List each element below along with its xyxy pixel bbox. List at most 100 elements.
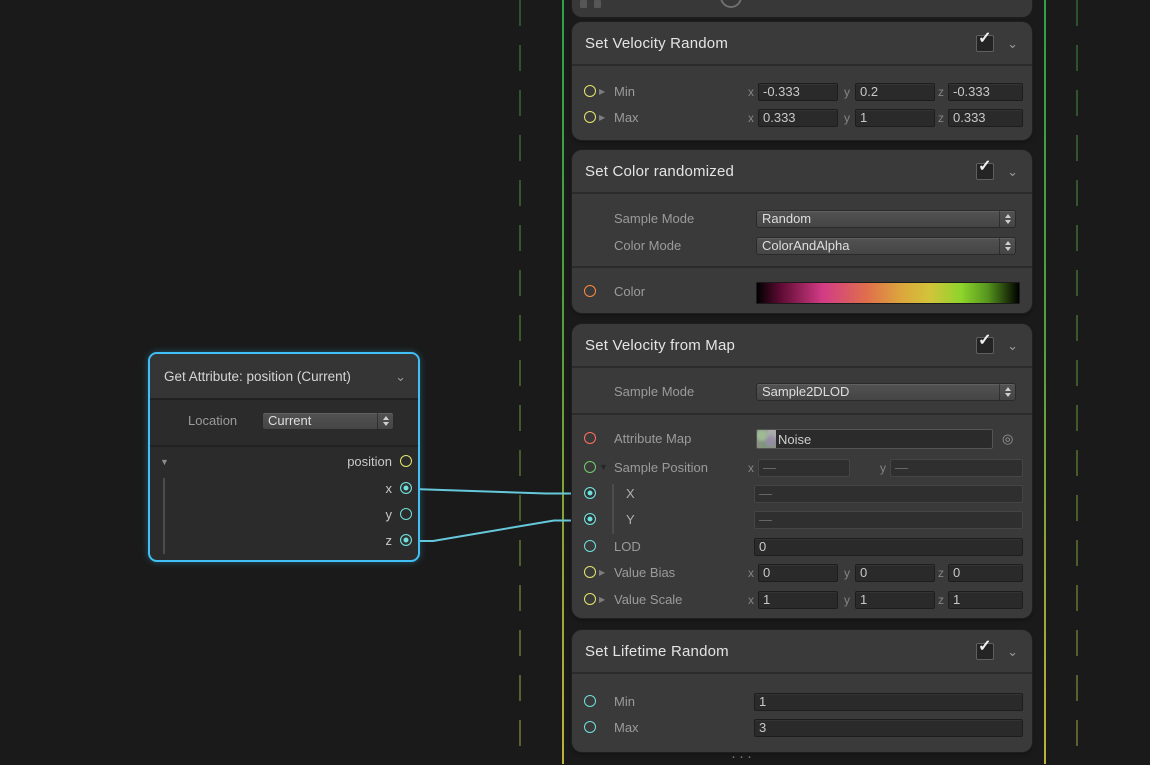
row-sample-mode: Sample Mode Random: [572, 206, 1032, 232]
max-x-field[interactable]: 0.333: [758, 109, 838, 127]
expander-icon[interactable]: ▶: [599, 88, 605, 96]
port-attribute-map[interactable]: [584, 432, 596, 444]
port-lod[interactable]: [584, 540, 596, 552]
min-field[interactable]: 1: [754, 693, 1023, 711]
max-y-field[interactable]: 1: [855, 109, 935, 127]
port-color[interactable]: [584, 285, 596, 297]
max-z-field[interactable]: 0.333: [948, 109, 1023, 127]
row-value-scale: ▶ Value Scale x 1 y 1 z 1: [572, 587, 1032, 613]
value-scale-y-field[interactable]: 1: [855, 591, 935, 609]
block-set-lifetime-random[interactable]: Set Lifetime Random ✓ ⌄ Min 1 Max 3: [572, 630, 1032, 752]
row-value-bias: ▶ Value Bias x 0 y 0 z 0: [572, 560, 1032, 586]
chevron-down-icon[interactable]: ⌄: [1007, 165, 1018, 178]
enabled-checkbox[interactable]: ✓: [976, 337, 994, 354]
partial-glyph-icon: [594, 0, 601, 8]
expander-icon[interactable]: ▶: [599, 114, 605, 122]
port-value-scale[interactable]: [584, 593, 596, 605]
chevron-down-icon[interactable]: ⌄: [395, 370, 406, 383]
partial-block[interactable]: [572, 0, 1032, 17]
row-min: Min 1: [572, 689, 1032, 715]
enabled-checkbox[interactable]: ✓: [976, 643, 994, 660]
edge-z-to-Y[interactable]: [413, 521, 587, 542]
block-header[interactable]: Set Velocity Random ✓ ⌄: [572, 22, 1032, 66]
component-label-y: y: [844, 587, 850, 613]
check-icon: ✓: [978, 330, 991, 350]
value-scale-x-field[interactable]: 1: [758, 591, 838, 609]
edge-x-to-X[interactable]: [413, 489, 587, 494]
port-max[interactable]: [584, 111, 596, 123]
port-x-out[interactable]: [400, 482, 412, 494]
object-picker-icon[interactable]: ◎: [1002, 426, 1013, 452]
value-bias-y-field[interactable]: 0: [855, 564, 935, 582]
block-header[interactable]: Set Color randomized ✓ ⌄: [572, 150, 1032, 194]
object-field-value: Noise: [776, 432, 811, 447]
dropdown-value: Sample2DLOD: [762, 384, 997, 400]
sample-position-y-field[interactable]: —: [890, 459, 1023, 477]
port-min[interactable]: [584, 695, 596, 707]
sample-position-x-field[interactable]: —: [758, 459, 850, 477]
node-get-attribute-position[interactable]: Get Attribute: position (Current) ⌄ Loca…: [148, 352, 420, 562]
expander-icon[interactable]: ▶: [599, 596, 605, 604]
port-value-bias[interactable]: [584, 566, 596, 578]
row-output-x: x: [150, 476, 418, 502]
row-label: Attribute Map: [614, 426, 691, 452]
max-field[interactable]: 3: [754, 719, 1023, 737]
lod-field[interactable]: 0: [754, 538, 1023, 556]
port-x[interactable]: [584, 487, 596, 499]
component-label-z: z: [938, 79, 944, 105]
row-location: Location Current: [150, 408, 418, 434]
component-label-x: x: [748, 455, 754, 481]
y-field[interactable]: —: [754, 511, 1023, 529]
value-scale-z-field[interactable]: 1: [948, 591, 1023, 609]
check-icon: ✓: [978, 156, 991, 176]
color-gradient-swatch[interactable]: [756, 282, 1020, 304]
node-header[interactable]: Get Attribute: position (Current) ⌄: [150, 354, 418, 400]
expander-icon[interactable]: ▶: [599, 569, 605, 577]
enabled-checkbox[interactable]: ✓: [976, 163, 994, 180]
chevron-down-icon[interactable]: ⌄: [1007, 37, 1018, 50]
separator: [150, 445, 418, 447]
component-label-x: x: [748, 105, 754, 131]
sample-mode-dropdown[interactable]: Sample2DLOD: [756, 383, 1016, 401]
chevron-down-icon[interactable]: ⌄: [1007, 339, 1018, 352]
min-x-field[interactable]: -0.333: [758, 83, 838, 101]
chevron-down-icon[interactable]: ⌄: [1007, 645, 1018, 658]
port-z-out[interactable]: [400, 534, 412, 546]
radius-widget-icon: [720, 0, 742, 8]
enabled-checkbox[interactable]: ✓: [976, 35, 994, 52]
port-min[interactable]: [584, 85, 596, 97]
block-header[interactable]: Set Lifetime Random ✓ ⌄: [572, 630, 1032, 674]
block-set-velocity-random[interactable]: Set Velocity Random ✓ ⌄ ▶ Min x -0.333 y…: [572, 22, 1032, 140]
component-label-y: y: [844, 105, 850, 131]
node-title: Get Attribute: position (Current): [164, 369, 382, 384]
port-y-out[interactable]: [400, 508, 412, 520]
dropdown-stepper-icon: [999, 211, 1015, 227]
location-dropdown[interactable]: Current: [262, 412, 394, 430]
block-header[interactable]: Set Velocity from Map ✓ ⌄: [572, 324, 1032, 368]
row-label: Sample Position: [614, 455, 708, 481]
row-max: ▶ Max x 0.333 y 1 z 0.333: [572, 105, 1032, 131]
texture-thumbnail: [757, 430, 776, 448]
partial-glyph-icon: [580, 0, 587, 8]
min-y-field[interactable]: 0.2: [855, 83, 935, 101]
dropdown-stepper-icon: [999, 238, 1015, 254]
value-bias-z-field[interactable]: 0: [948, 564, 1023, 582]
color-mode-dropdown[interactable]: ColorAndAlpha: [756, 237, 1016, 255]
min-z-field[interactable]: -0.333: [948, 83, 1023, 101]
row-label: Min: [614, 79, 635, 105]
x-field[interactable]: —: [754, 485, 1023, 503]
attribute-map-object-field[interactable]: Noise: [756, 429, 993, 449]
expander-icon[interactable]: ▼: [599, 463, 608, 472]
sample-mode-dropdown[interactable]: Random: [756, 210, 1016, 228]
port-y[interactable]: [584, 513, 596, 525]
block-set-velocity-from-map[interactable]: Set Velocity from Map ✓ ⌄ Sample Mode Sa…: [572, 324, 1032, 618]
row-label: Min: [614, 689, 635, 715]
output-label: x: [386, 476, 393, 502]
value-bias-x-field[interactable]: 0: [758, 564, 838, 582]
component-label-z: z: [938, 587, 944, 613]
row-label: Value Bias: [614, 560, 675, 586]
block-set-color-randomized[interactable]: Set Color randomized ✓ ⌄ Sample Mode Ran…: [572, 150, 1032, 313]
port-max[interactable]: [584, 721, 596, 733]
port-sample-position[interactable]: [584, 461, 596, 473]
port-position-out[interactable]: [400, 455, 412, 467]
